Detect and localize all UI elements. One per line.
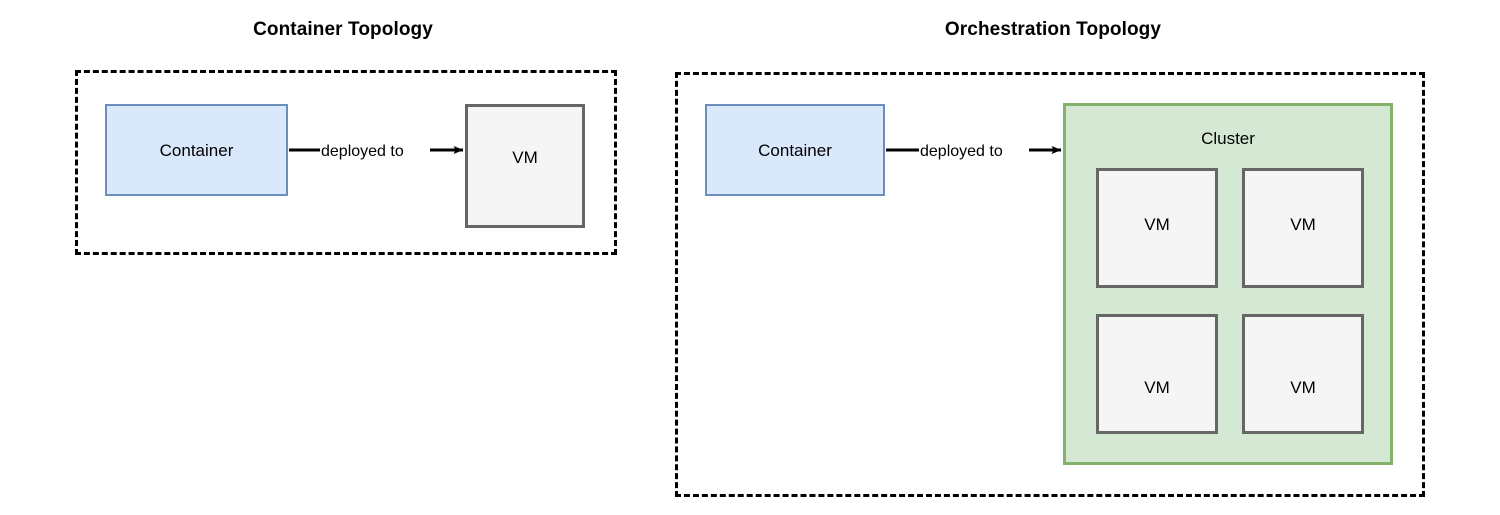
node-container-right[interactable]: Container — [705, 104, 885, 196]
panel-title-orchestration-topology: Orchestration Topology — [944, 19, 1162, 40]
node-vm-cluster-bottom-right[interactable]: VM — [1242, 314, 1364, 434]
node-vm-cluster-top-left[interactable]: VM — [1096, 168, 1218, 288]
node-label: VM — [1144, 215, 1170, 234]
node-vm-cluster-bottom-left[interactable]: VM — [1096, 314, 1218, 434]
group-label-cluster: Cluster — [1201, 129, 1255, 148]
node-label: Container — [758, 140, 832, 160]
node-vm-left[interactable]: VM — [465, 104, 585, 228]
edge-label-deployed-to-left: deployed to — [320, 143, 405, 160]
diagram-canvas: Container Topology Container VM Orchestr… — [0, 0, 1500, 515]
edge-label-deployed-to-right: deployed to — [919, 143, 1004, 160]
node-label: VM — [512, 147, 538, 167]
node-label: VM — [1144, 378, 1170, 397]
node-label: VM — [1290, 215, 1316, 234]
node-container-left[interactable]: Container — [105, 104, 288, 196]
node-vm-cluster-top-right[interactable]: VM — [1242, 168, 1364, 288]
panel-title-container-topology: Container Topology — [253, 19, 433, 40]
node-label: Container — [159, 140, 234, 160]
node-label: VM — [1290, 378, 1316, 397]
group-cluster[interactable]: Cluster VM VM VM VM — [1063, 103, 1393, 465]
